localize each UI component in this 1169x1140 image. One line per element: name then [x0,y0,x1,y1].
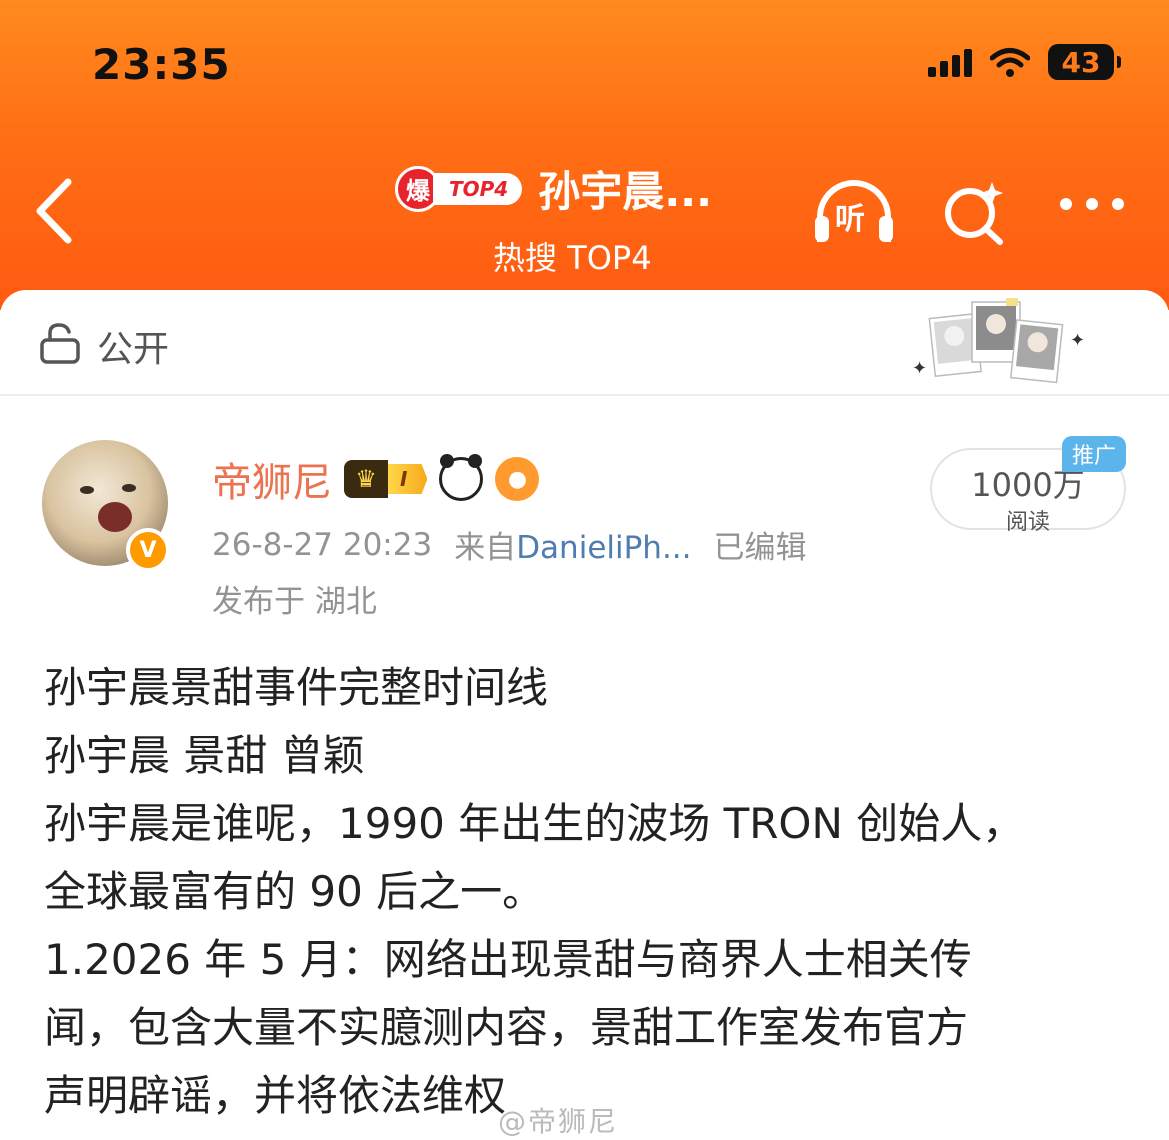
post-line: 1.2026 年 5 月：网络出现景甜与商界人士相关传 [44,935,972,984]
search-icon[interactable] [942,180,1008,246]
status-icons: 43 [928,44,1121,80]
panda-icon[interactable] [439,454,484,501]
page-title: 孙宇晨... [538,167,713,216]
post-card: 公开 ✦ ✦ V 帝狮尼 ♛ I ● 26-8-27 20:23 来自Danie… [0,290,1169,1140]
hot-rank-badge: 爆 TOP4 [395,165,523,212]
listen-label: 听 [835,202,865,237]
edited-label[interactable]: 已编辑 [714,522,807,567]
cellular-signal-icon [928,47,972,77]
post-line: 孙宇晨景甜事件完整时间线 [44,663,549,712]
crown-icon: ♛ [344,460,388,498]
level-label: I [388,464,428,494]
watermark: @帝狮尼 [498,1105,619,1138]
post-source: 来自DanieliPh... [454,522,691,567]
post-timestamp: 26-8-27 20:23 [212,526,433,563]
post-header: V 帝狮尼 ♛ I ● 26-8-27 20:23 来自DanieliPh...… [0,396,1169,626]
svg-text:✦: ✦ [912,358,927,379]
svg-text:✦: ✦ [1070,330,1085,351]
post-line: 孙宇晨 景甜 曾颖 [44,731,365,780]
wifi-icon [990,48,1030,77]
post-line: 闻，包含大量不实臆测内容，景甜工作室发布官方 [44,1003,969,1052]
fish-icon[interactable]: ● [495,457,540,501]
username[interactable]: 帝狮尼 [212,450,332,508]
post-line: 全球最富有的 90 后之一。 [44,867,545,916]
reads-label: 阅读 [1005,510,1050,535]
back-arrow-icon[interactable] [30,176,80,246]
lock-icon [40,323,80,364]
status-time: 23:35 [92,40,231,89]
post-body: 孙宇晨景甜事件完整时间线 孙宇晨 景甜 曾颖 孙宇晨是谁呢，1990 年出生的波… [44,654,1134,1130]
visibility-label: 公开 [97,329,170,370]
page-subtitle: 热搜 TOP4 [493,239,652,277]
top-header: 23:35 43 爆 TOP4 孙宇晨... 热搜 TOP4 听 [0,0,1169,310]
visibility-bar: 公开 ✦ ✦ [0,290,1169,396]
post-meta: 26-8-27 20:23 来自DanieliPh... 已编辑 [212,522,807,567]
vip-icon: V [126,528,170,572]
post-location: 发布于 湖北 [212,584,377,620]
level-badge[interactable]: ♛ I [344,460,428,498]
username-row: 帝狮尼 ♛ I ● [212,450,540,508]
promo-tag[interactable]: 推广 [1062,436,1127,472]
decorative-stickers-icon: ✦ ✦ [912,298,1085,384]
listen-button[interactable]: 听 [815,178,895,242]
post-line: 孙宇晨是谁呢，1990 年出生的波场 TRON 创始人， [44,799,1025,848]
nav-title-block[interactable]: 爆 TOP4 孙宇晨... 热搜 TOP4 [395,158,775,279]
source-link[interactable]: DanieliPh... [516,530,691,566]
battery-level: 43 [1061,45,1101,79]
more-icon[interactable] [1060,198,1124,210]
battery-icon: 43 [1048,44,1121,80]
source-prefix: 来自 [454,530,517,566]
hot-rank-label: TOP4 [433,172,523,205]
